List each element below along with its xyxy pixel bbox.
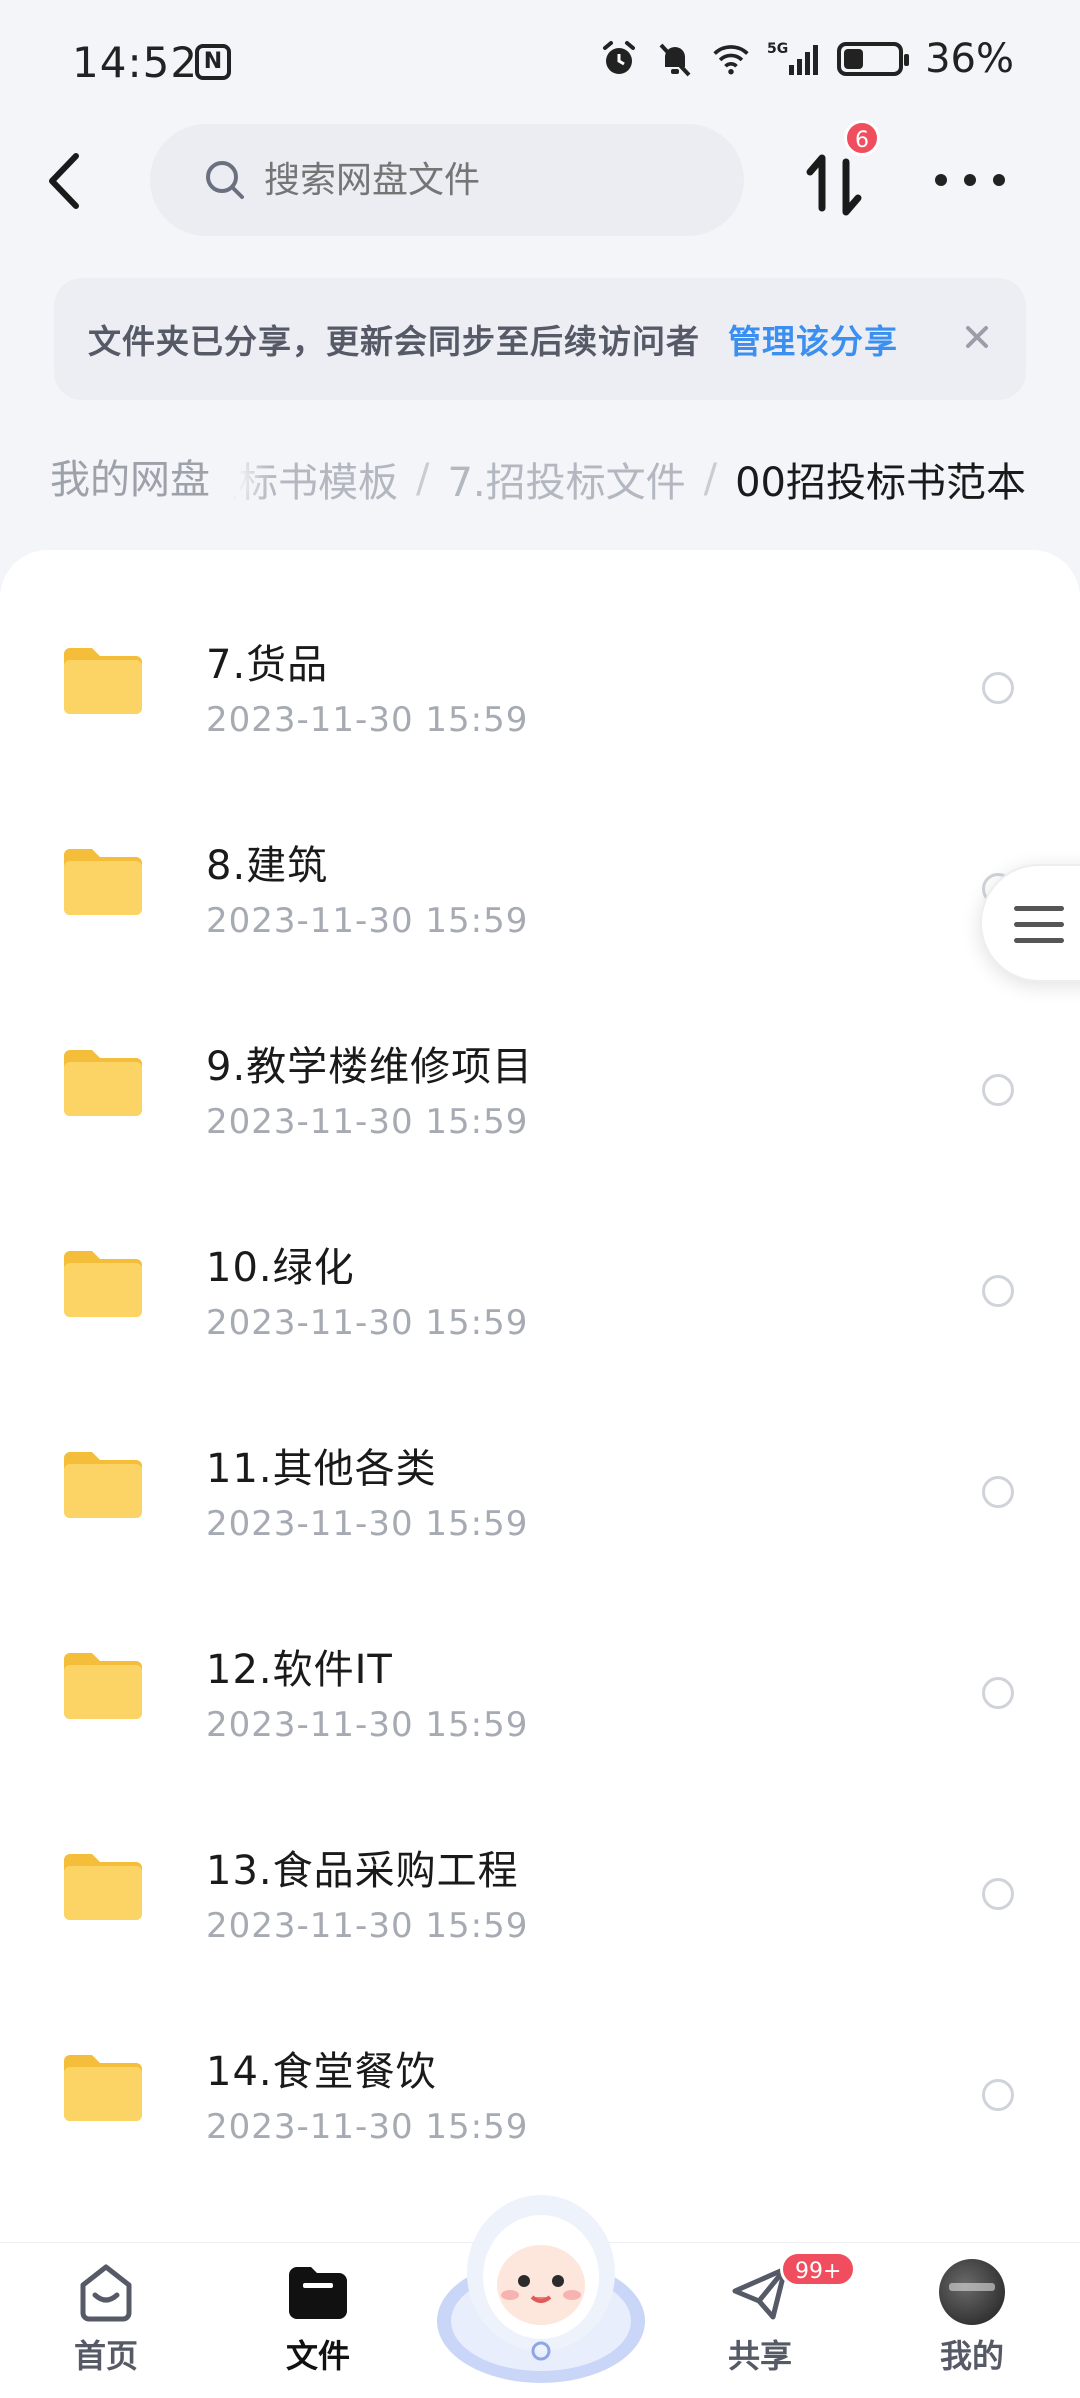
transfer-icon[interactable] xyxy=(800,150,870,220)
signal-icon: 5G xyxy=(767,41,819,75)
back-button[interactable] xyxy=(40,146,90,216)
file-name: 8.建筑 xyxy=(206,843,329,889)
share-notice: 文件夹已分享，更新会同步至后续访问者 管理该分享 xyxy=(54,278,1026,400)
file-date: 2023-11-30 15:59 xyxy=(206,1504,529,1544)
network-label: 5G xyxy=(767,41,788,57)
breadcrumb-separator: / xyxy=(415,456,430,502)
mute-icon xyxy=(659,43,691,77)
folder-icon xyxy=(64,1452,142,1518)
folder-icon xyxy=(64,1050,142,1116)
breadcrumb-root[interactable]: 我的网盘 xyxy=(22,440,238,520)
more-button[interactable] xyxy=(935,160,1005,200)
manage-share-link[interactable]: 管理该分享 xyxy=(728,315,898,363)
page: 14:52 N 5G 36% 6 文件夹已分享，更新会同 xyxy=(0,0,1080,2398)
home-icon xyxy=(80,2264,132,2322)
file-date: 2023-11-30 15:59 xyxy=(206,1102,529,1142)
breadcrumb-item[interactable]: 7.招投标文件 xyxy=(447,450,685,508)
file-name: 10.绿化 xyxy=(206,1245,355,1291)
file-name: 14.食堂餐饮 xyxy=(206,2049,437,2095)
select-checkbox[interactable] xyxy=(982,1275,1014,1307)
select-checkbox[interactable] xyxy=(982,2079,1014,2111)
file-name: 7.货品 xyxy=(206,642,329,688)
select-checkbox[interactable] xyxy=(982,1878,1014,1910)
list-item[interactable]: 7.货品 2023-11-30 15:59 xyxy=(0,550,1080,750)
menu-line-icon xyxy=(1014,938,1064,943)
search-icon xyxy=(206,161,244,199)
list-item[interactable]: 14.食堂餐饮 2023-11-30 15:59 xyxy=(0,1957,1080,2157)
select-checkbox[interactable] xyxy=(982,1476,1014,1508)
close-icon[interactable] xyxy=(960,320,994,354)
share-badge: 99+ xyxy=(780,2251,857,2287)
file-date: 2023-11-30 15:59 xyxy=(206,1303,529,1343)
file-date: 2023-11-30 15:59 xyxy=(206,1705,529,1745)
battery-percent: 36% xyxy=(925,36,1014,82)
list-item[interactable]: 8.建筑 2023-11-30 15:59 xyxy=(0,751,1080,951)
file-name: 13.食品采购工程 xyxy=(206,1848,519,1894)
select-checkbox[interactable] xyxy=(982,1677,1014,1709)
folder-icon xyxy=(64,1653,142,1719)
avatar xyxy=(939,2259,1005,2325)
breadcrumb-separator: / xyxy=(703,456,718,502)
file-date: 2023-11-30 15:59 xyxy=(206,700,529,740)
folder-icon xyxy=(64,648,142,714)
list-item[interactable]: 13.食品采购工程 2023-11-30 15:59 xyxy=(0,1756,1080,1956)
breadcrumb-current: 00招投标书范本 xyxy=(735,460,1026,506)
wifi-icon xyxy=(713,45,749,75)
menu-line-icon xyxy=(1014,906,1064,911)
more-dot-icon xyxy=(964,174,976,186)
nav-share-label: 共享 xyxy=(727,2337,792,2375)
list-item[interactable]: 11.其他各类 2023-11-30 15:59 xyxy=(0,1354,1080,1554)
top-bar: 6 xyxy=(0,120,1080,240)
status-time: 14:52 xyxy=(72,38,199,87)
more-dot-icon xyxy=(935,174,947,186)
nav-home[interactable]: 首页 xyxy=(46,2259,166,2377)
file-name: 12.软件IT xyxy=(206,1647,393,1693)
nav-me[interactable]: 我的 xyxy=(912,2259,1032,2377)
select-checkbox[interactable] xyxy=(982,1074,1014,1106)
nav-files[interactable]: 文件 xyxy=(258,2259,378,2377)
file-list: 7.货品 2023-11-30 15:59 8.建筑 2023-11-30 15… xyxy=(0,550,1080,2250)
file-date: 2023-11-30 15:59 xyxy=(206,1906,529,1946)
select-checkbox[interactable] xyxy=(982,672,1014,704)
folder-icon xyxy=(64,1854,142,1920)
alarm-icon xyxy=(603,41,636,74)
folder-icon xyxy=(64,849,142,915)
breadcrumb: 招投标书模板 / 7.招投标文件 / 00招投标书范本 我的网盘 xyxy=(0,440,1080,520)
list-item[interactable]: 12.软件IT 2023-11-30 15:59 xyxy=(0,1555,1080,1755)
folder-icon xyxy=(64,2055,142,2121)
nav-home-label: 首页 xyxy=(73,2337,138,2375)
list-item[interactable]: 9.教学楼维修项目 2023-11-30 15:59 xyxy=(0,952,1080,1152)
battery-icon xyxy=(837,42,910,76)
battery-fill xyxy=(844,49,864,69)
notice-text: 文件夹已分享，更新会同步至后续访问者 xyxy=(88,322,700,361)
breadcrumb-track: 招投标书模板 / 7.招投标文件 / 00招投标书范本 xyxy=(158,450,1026,508)
status-bar: 14:52 N 5G 36% xyxy=(0,0,1080,130)
nav-files-label: 文件 xyxy=(285,2337,350,2375)
transfer-badge: 6 xyxy=(844,120,880,156)
nav-me-label: 我的 xyxy=(939,2337,1004,2375)
menu-line-icon xyxy=(1014,922,1064,927)
mascot-icon[interactable] xyxy=(432,2181,650,2391)
nfc-icon: N xyxy=(195,44,231,80)
bottom-nav: 首页 文件 共享 99+ 我的 xyxy=(0,2195,1080,2398)
folder-icon xyxy=(64,1251,142,1317)
file-name: 9.教学楼维修项目 xyxy=(206,1044,534,1090)
folder-icon xyxy=(289,2267,347,2319)
status-icons: 5G 36% xyxy=(599,36,1014,82)
more-dot-icon xyxy=(993,174,1005,186)
file-date: 2023-11-30 15:59 xyxy=(206,2107,529,2147)
file-date: 2023-11-30 15:59 xyxy=(206,901,529,941)
file-name: 11.其他各类 xyxy=(206,1446,437,1492)
search-input[interactable] xyxy=(264,159,664,201)
search-bar[interactable] xyxy=(150,124,744,236)
list-item[interactable]: 10.绿化 2023-11-30 15:59 xyxy=(0,1153,1080,1353)
